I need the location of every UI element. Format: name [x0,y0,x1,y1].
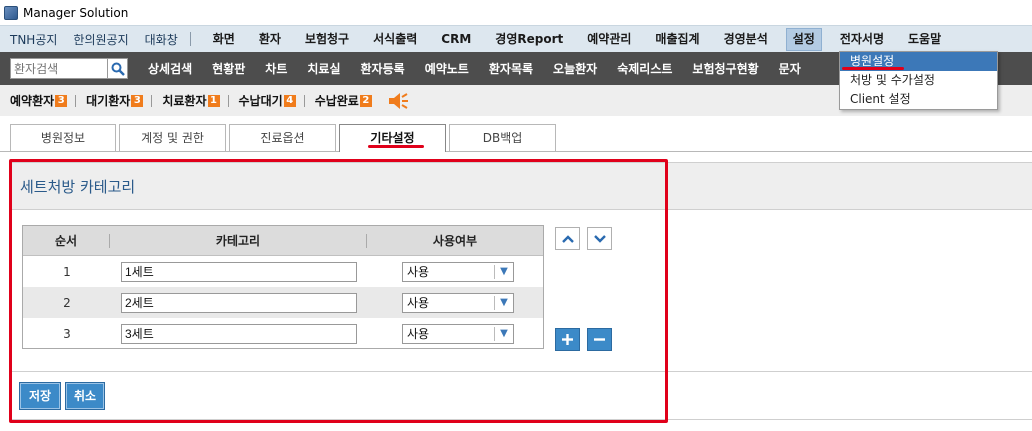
menu-settings[interactable]: 설정 [785,27,822,51]
dropdown-item-prescription-fee-settings[interactable]: 처방 및 수가설정 [840,71,997,90]
menu-insurance-claim[interactable]: 보험청구 [293,26,361,53]
status-label: 수납완료 [314,94,359,108]
menu-form-print[interactable]: 서식출력 [361,26,429,53]
menu-management-report[interactable]: 경영Report [483,26,575,53]
patient-search-input[interactable] [10,58,108,79]
nav-homework-list[interactable]: 숙제리스트 [607,60,682,77]
status-label: 수납대기 [238,94,283,108]
menu-screen[interactable]: 화면 [201,26,247,53]
count-badge: 4 [283,94,296,107]
nav-sms[interactable]: 문자 [769,60,811,77]
nav-claim-status[interactable]: 보험청구현황 [682,60,768,77]
settings-dropdown-menu: 병원설정 처방 및 수가설정 Client 설정 [839,51,998,110]
menu-notice-clinic[interactable]: 한의원공지 [63,31,134,48]
nav-detail-search[interactable]: 상세검색 [138,60,202,77]
nav-patient-list[interactable]: 환자목록 [479,60,543,77]
count-badge: 3 [131,94,144,107]
nav-treatment-room[interactable]: 치료실 [297,60,350,77]
nav-chart[interactable]: 차트 [255,60,297,77]
count-badge: 1 [207,94,220,107]
magnifier-icon [111,62,125,76]
annotation-underline [842,67,904,70]
menu-sales[interactable]: 매출집계 [643,26,711,53]
settings-tabs: 병원정보 계정 및 권한 진료옵션 기타설정 DB백업 [10,124,559,152]
nav-today-patients[interactable]: 오늘환자 [543,60,607,77]
nav-reservation-note[interactable]: 예약노트 [415,60,479,77]
window-title: Manager Solution [23,5,129,20]
annotation-underline [368,145,424,148]
status-label: 치료환자 [162,94,207,108]
tab-account-permissions[interactable]: 계정 및 권한 [119,124,226,151]
count-badge: 3 [55,94,68,107]
menu-patient[interactable]: 환자 [247,26,293,53]
menu-help[interactable]: 도움말 [896,26,953,53]
tab-hospital-info[interactable]: 병원정보 [10,124,116,151]
menu-analysis[interactable]: 경영분석 [712,26,780,53]
highlight-frame [9,159,668,423]
search-button[interactable] [108,58,128,79]
menu-chat[interactable]: 대화창 [135,31,184,48]
status-payment-waiting[interactable]: 수납대기 4 [229,92,296,109]
top-menu: TNH공지 한의원공지 대화창 화면 환자 보험청구 서식출력 CRM 경영Re… [0,25,1032,52]
dropdown-item-client-settings[interactable]: Client 설정 [840,90,997,109]
menu-reservation[interactable]: 예약관리 [575,26,643,53]
status-in-treatment[interactable]: 치료환자 1 [152,92,220,109]
nav-status-board[interactable]: 현황판 [202,60,255,77]
menu-notice-tnh[interactable]: TNH공지 [0,31,63,48]
title-bar: Manager Solution [0,0,1032,25]
menu-divider [189,32,191,46]
nav-patient-register[interactable]: 환자등록 [351,60,415,77]
count-badge: 2 [359,94,372,107]
status-waiting[interactable]: 대기환자 3 [76,92,144,109]
status-label: 예약환자 [10,94,55,108]
menu-crm[interactable]: CRM [429,26,483,53]
status-label: 대기환자 [86,94,131,108]
tab-treatment-options[interactable]: 진료옵션 [229,124,336,151]
status-reserved[interactable]: 예약환자 3 [0,92,68,109]
tab-db-backup[interactable]: DB백업 [449,124,556,151]
app-logo-icon [4,5,18,20]
speaker-icon[interactable] [388,92,410,110]
menu-e-signature[interactable]: 전자서명 [828,26,896,53]
status-payment-complete[interactable]: 수납완료 2 [305,92,372,109]
